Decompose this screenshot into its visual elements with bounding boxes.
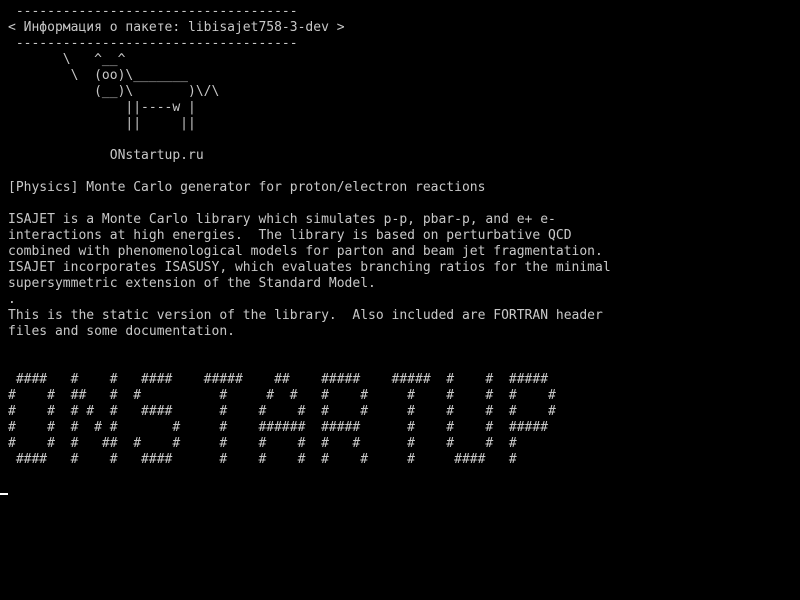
package-info-title: < Информация о пакете: libisajet758-3-de… — [8, 20, 345, 35]
ascii-banner-row-6: #### # # #### # # # # # # #### # — [8, 452, 517, 467]
cowsay-art-line-1: \ ^__^ — [8, 52, 126, 67]
description-line-3: combined with phenomenological models fo… — [8, 244, 603, 259]
ascii-banner-row-4: # # # # # # # ###### ##### # # # ##### — [8, 420, 549, 435]
cowsay-art-line-3: (__)\ )\/\ — [8, 84, 220, 99]
banner-border-top: ------------------------------------ — [8, 4, 298, 19]
terminal-screen[interactable]: ------------------------------------ < И… — [0, 0, 800, 600]
ascii-banner-row-3: # # # # # #### # # # # # # # # # # — [8, 404, 556, 419]
description-line-4: ISAJET incorporates ISASUSY, which evalu… — [8, 260, 611, 275]
ascii-banner-row-1: #### # # #### ##### ## ##### ##### # # #… — [8, 372, 549, 387]
description-separator: . — [8, 292, 16, 307]
site-credit: ONstartup.ru — [8, 148, 204, 163]
banner-border-bottom: ------------------------------------ — [8, 36, 298, 51]
description-line-5: supersymmetric extension of the Standard… — [8, 276, 376, 291]
ascii-banner-row-5: # # # ## # # # # # # # # # # # — [8, 436, 517, 451]
cowsay-art-line-4: ||----w | — [8, 100, 196, 115]
package-summary: [Physics] Monte Carlo generator for prot… — [8, 180, 486, 195]
description-line-1: ISAJET is a Monte Carlo library which si… — [8, 212, 556, 227]
description-line-7: files and some documentation. — [8, 324, 235, 339]
terminal-cursor — [0, 493, 8, 495]
ascii-banner-row-2: # # ## # # # # # # # # # # # # — [8, 388, 556, 403]
description-line-2: interactions at high energies. The libra… — [8, 228, 572, 243]
cowsay-art-line-2: \ (oo)\_______ — [8, 68, 189, 83]
description-line-6: This is the static version of the librar… — [8, 308, 603, 323]
cowsay-art-line-5: || || — [8, 116, 196, 131]
